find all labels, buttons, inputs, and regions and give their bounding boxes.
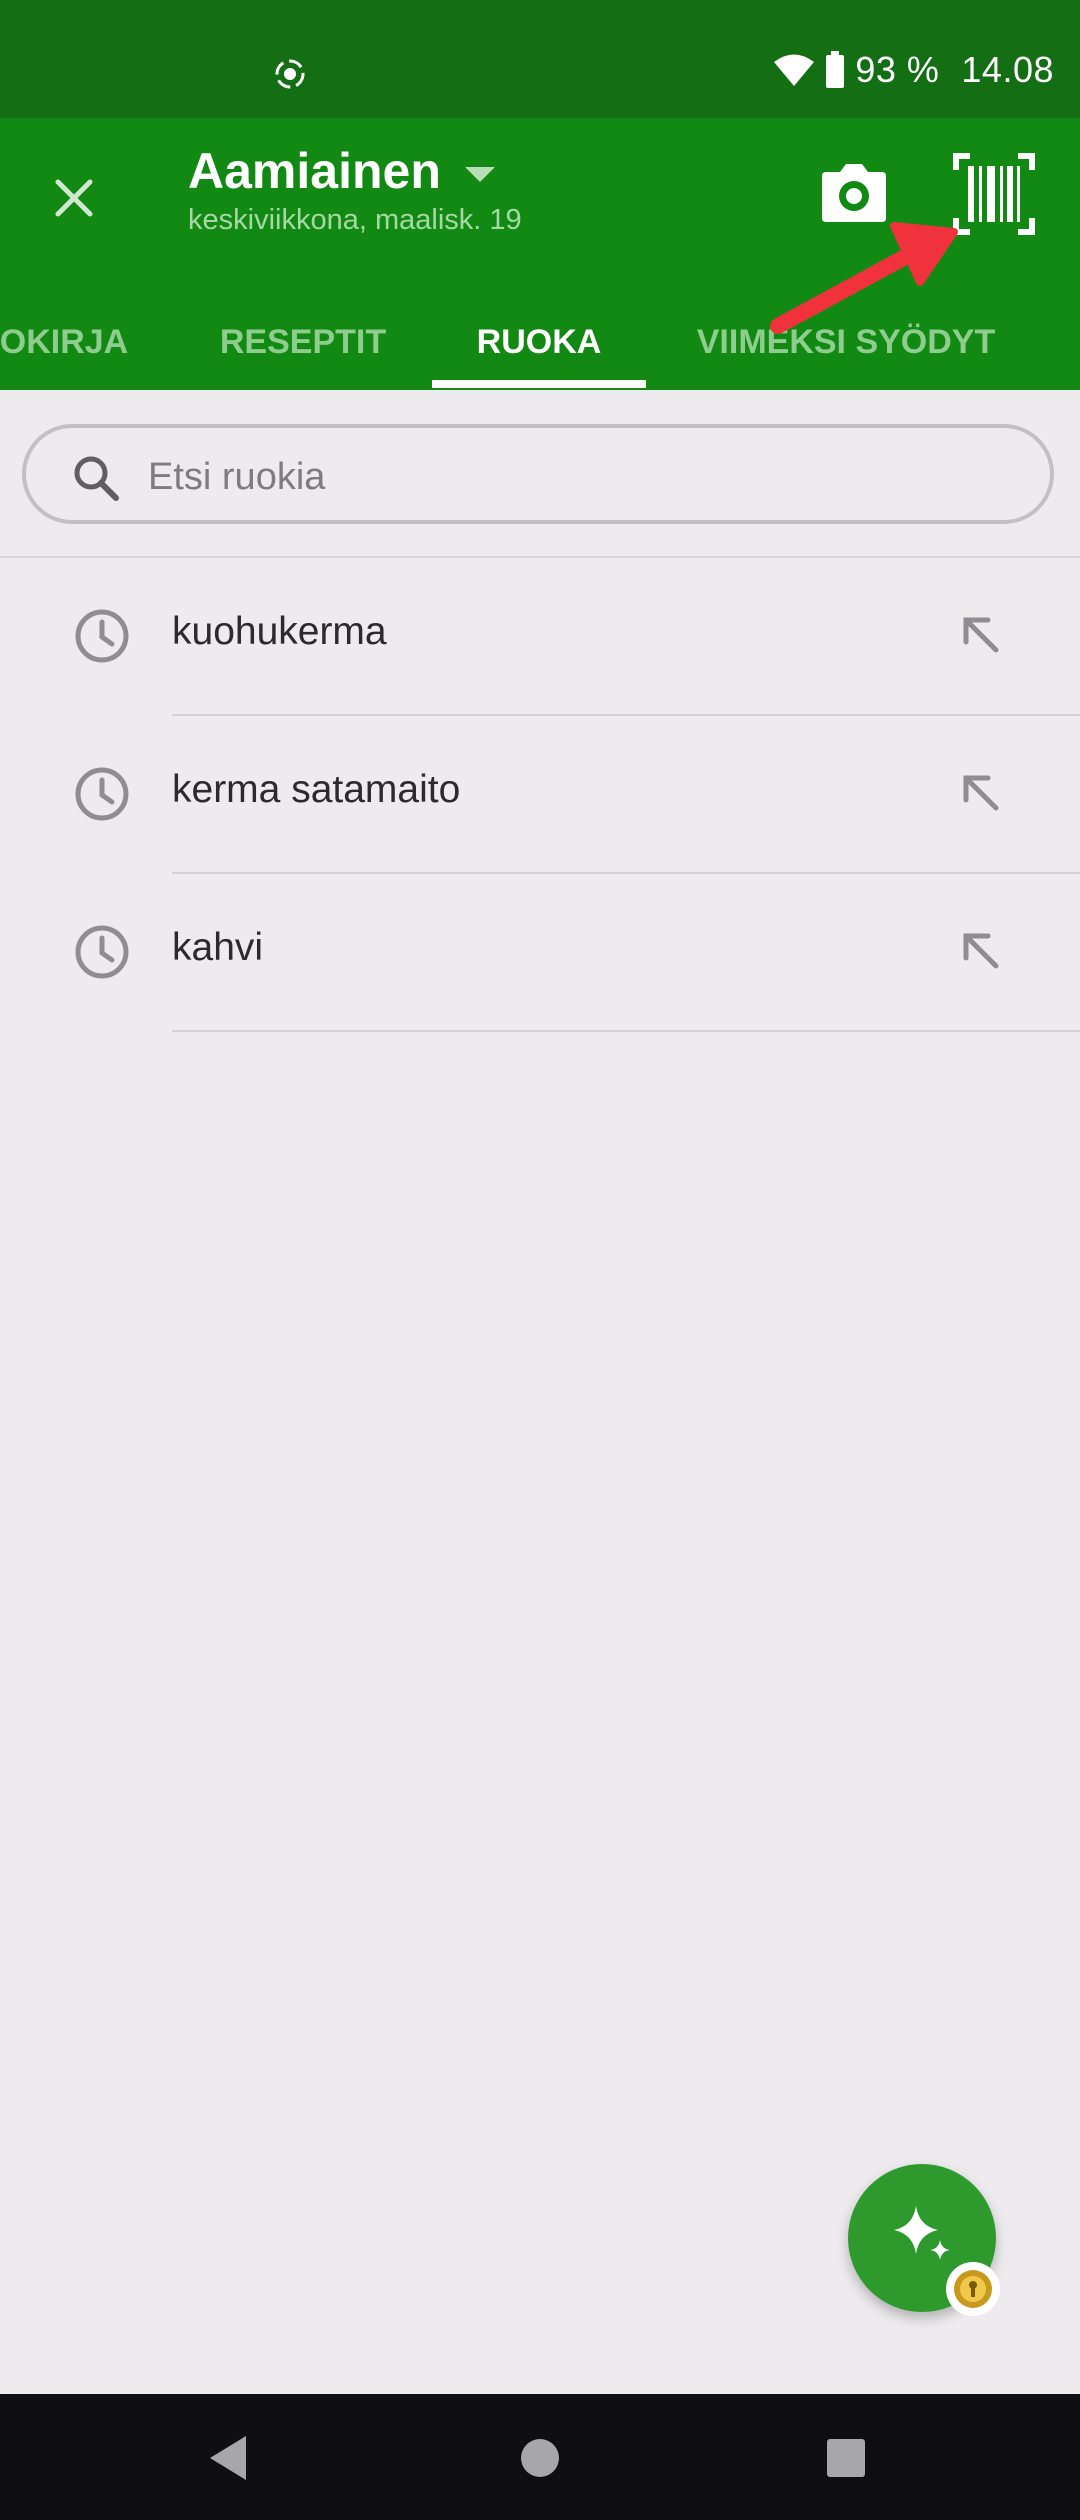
arrow-up-left-icon[interactable] [958,612,1002,656]
clock-time: 14.08 [961,49,1054,90]
list-item[interactable]: kahvi [0,874,1080,1032]
list-item-label: kerma satamaito [172,768,461,811]
recent-food-list: kuohukerma kerma satamaito kahvi [0,558,1080,1032]
tab-reseptit[interactable]: RESEPTIT [196,294,410,390]
wifi-icon [774,54,815,86]
status-bar: 93 % 14.08 [0,0,1080,118]
dropdown-caret-icon [464,166,495,182]
search-input[interactable] [146,444,1010,510]
sparkle-icon [894,2206,950,2260]
back-icon[interactable] [198,2428,258,2488]
close-button[interactable] [44,168,104,228]
screen-record-icon [275,59,305,89]
barcode-scanner-icon[interactable] [952,152,1036,236]
clock-icon [75,925,129,979]
premium-lock-badge-icon [954,2270,992,2308]
list-item-label: kahvi [172,926,264,969]
home-icon[interactable] [510,2428,570,2488]
list-item[interactable]: kerma satamaito [0,716,1080,874]
meal-selector[interactable]: Aamiainen keskiviikkona, maalisk. 19 [188,142,522,237]
tab-okirja[interactable]: OKIRJA [0,294,134,390]
meal-title: Aamiainen [188,143,441,199]
search-box[interactable] [22,424,1054,524]
list-item-label: kuohukerma [172,610,387,653]
item-divider [172,1030,1080,1032]
clock-icon [75,767,129,821]
camera-icon[interactable] [818,158,890,230]
list-item[interactable]: kuohukerma [0,558,1080,716]
app-bar: Aamiainen keskiviikkona, maalisk. 19 OKI… [0,118,1080,390]
tab-strip: OKIRJA RESEPTIT RUOKA VIIMEKSI SYÖDYT [0,294,1080,390]
status-right: 93 % 14.08 [773,46,1054,94]
tab-viimeksi-syodyt[interactable]: VIIMEKSI SYÖDYT [676,294,1016,390]
search-icon [74,456,119,501]
battery-percentage: 93 % [855,49,940,90]
premium-badge [946,2262,1000,2316]
arrow-up-left-icon[interactable] [958,770,1002,814]
recents-icon[interactable] [816,2428,876,2488]
system-nav-bar [0,2394,1080,2520]
arrow-up-left-icon[interactable] [958,928,1002,972]
clock-icon [75,609,129,663]
tab-ruoka[interactable]: RUOKA [432,294,646,390]
battery-icon [826,51,845,88]
meal-date: keskiviikkona, maalisk. 19 [188,204,522,236]
active-tab-indicator [432,380,646,388]
close-icon [55,179,93,217]
